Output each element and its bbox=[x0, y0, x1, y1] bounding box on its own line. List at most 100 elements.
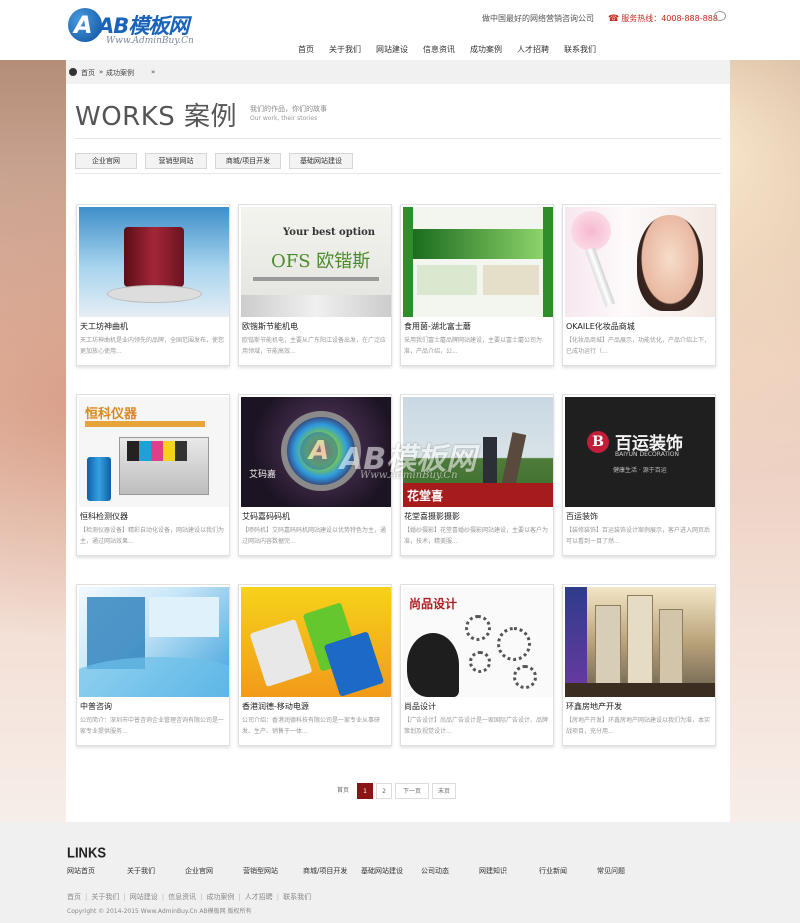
footer-link[interactable]: 网站首页 bbox=[67, 866, 95, 876]
footer-nav-item[interactable]: 信息资讯 bbox=[168, 893, 196, 901]
case-thumbnail[interactable]: 艾码嘉 bbox=[241, 397, 391, 507]
footer-link[interactable]: 商城/项目开发 bbox=[303, 866, 347, 876]
wechat-icon[interactable] bbox=[714, 11, 726, 21]
footer-nav-item[interactable]: 网站建设 bbox=[130, 893, 158, 901]
category-filter: 企业官网 营销型网站 商城/项目开发 基础网站建设 bbox=[75, 148, 361, 169]
nav-jobs[interactable]: 人才招聘 bbox=[517, 44, 549, 55]
footer-link[interactable]: 企业官网 bbox=[185, 866, 213, 876]
case-thumbnail[interactable] bbox=[565, 207, 715, 317]
home-icon bbox=[69, 68, 77, 76]
case-card[interactable]: Your best option OFS 欧锴斯 欧锴斯节能机电 欧锴斯节能机电，… bbox=[238, 204, 392, 366]
case-card[interactable]: 尚品设计 尚品设计 【广告设计】尚品广告设计是一家国际广告设计、品牌策划及视觉设… bbox=[400, 584, 554, 746]
footer-link[interactable]: 网建知识 bbox=[479, 866, 507, 876]
breadcrumb-home[interactable]: 首页 bbox=[81, 68, 95, 78]
category-mall[interactable]: 商城/项目开发 bbox=[215, 153, 281, 169]
divider bbox=[75, 173, 721, 174]
nav-home[interactable]: 首页 bbox=[298, 44, 314, 55]
footer-link[interactable]: 营销型网站 bbox=[243, 866, 278, 876]
case-thumbnail[interactable]: B 百运装饰 BAIYUN DECORATION 健康生活 · 源于百运 bbox=[565, 397, 715, 507]
case-card[interactable]: 艾码嘉 艾码嘉码码机 【喷码机】艾码嘉码码机网站建设以优势特色为主，通过网站内容… bbox=[238, 394, 392, 556]
case-description: 【化妆品商城】产品展示，功能优化，产品介绍上下，已成功运行（... bbox=[566, 337, 711, 355]
case-title[interactable]: 花堂喜摄影摄影 bbox=[404, 511, 460, 522]
case-title[interactable]: OKAILE化妆品商城 bbox=[566, 321, 635, 332]
footer-link[interactable]: 公司动态 bbox=[421, 866, 449, 876]
main-nav: 首页 关于我们 网站建设 信息资讯 成功案例 人才招聘 联系我们 bbox=[298, 37, 611, 54]
case-description: 采用我们富士蘑品牌网站建设，主要以富士蘑公司为准，产品介绍，公... bbox=[404, 337, 543, 355]
logo-emblem: A bbox=[68, 8, 102, 42]
case-card[interactable]: 食用菌-湖北富士蘑 采用我们富士蘑品牌网站建设，主要以富士蘑公司为准，产品介绍，… bbox=[400, 204, 554, 366]
nav-web-build[interactable]: 网站建设 bbox=[376, 44, 408, 55]
footer-link[interactable]: 行业新闻 bbox=[539, 866, 567, 876]
site-logo[interactable]: A AB模板网 Www.AdminBuy.Cn bbox=[68, 8, 196, 48]
case-description: 公司简介：深圳市中普咨询企业管理咨询有限公司是一家专业提供服务... bbox=[80, 717, 225, 735]
case-card[interactable]: 中普咨询 公司简介：深圳市中普咨询企业管理咨询有限公司是一家专业提供服务... bbox=[76, 584, 230, 746]
case-description: 公司介绍：香港润德科技有限公司是一家专业从事研发、生产、销售于一体... bbox=[242, 717, 381, 735]
case-card[interactable]: 花堂喜 花堂喜摄影摄影 【婚纱摄影】花堂喜婚纱摄影网站建设，主要以客户为准，技术… bbox=[400, 394, 554, 556]
case-card[interactable]: 天工坊神曲机 天工坊神曲机是业内领先的品牌，全国范围发布，使您更加放心使用... bbox=[76, 204, 230, 366]
case-title[interactable]: 环鑫房地产开发 bbox=[566, 701, 622, 712]
page-2[interactable]: 2 bbox=[376, 783, 392, 799]
nav-about[interactable]: 关于我们 bbox=[329, 44, 361, 55]
category-corporate[interactable]: 企业官网 bbox=[75, 153, 137, 169]
case-thumbnail[interactable]: 花堂喜 bbox=[403, 397, 553, 507]
footer-nav-item[interactable]: 成功案例 bbox=[206, 893, 234, 901]
footer-link[interactable]: 基础网站建设 bbox=[361, 866, 403, 876]
footer-nav-item[interactable]: 关于我们 bbox=[91, 893, 119, 901]
footer-link[interactable]: 常见问题 bbox=[597, 866, 625, 876]
breadcrumb-current[interactable]: 成功案例 bbox=[106, 68, 134, 78]
case-title[interactable]: 中普咨询 bbox=[80, 701, 112, 712]
footer-link[interactable]: 关于我们 bbox=[127, 866, 155, 876]
links-title: LINKS bbox=[67, 844, 106, 861]
page-1[interactable]: 1 bbox=[357, 783, 373, 799]
case-card[interactable]: 环鑫房地产开发 【房地产开发】环鑫房地产网站建设以我们为准，本实战项目，充分用.… bbox=[562, 584, 716, 746]
breadcrumb: 首页 » 成功案例 » bbox=[66, 60, 730, 84]
case-title[interactable]: 食用菌-湖北富士蘑 bbox=[404, 321, 471, 332]
category-basic[interactable]: 基础网站建设 bbox=[289, 153, 353, 169]
copyright: Copyright © 2014-2015 Www.AdminBuy.Cn AB… bbox=[67, 908, 252, 915]
case-thumbnail[interactable] bbox=[79, 587, 229, 697]
divider bbox=[75, 138, 721, 139]
case-title[interactable]: 天工坊神曲机 bbox=[80, 321, 128, 332]
case-title[interactable]: 艾码嘉码码机 bbox=[242, 511, 290, 522]
case-thumbnail[interactable]: Your best option OFS 欧锴斯 bbox=[241, 207, 391, 317]
case-thumbnail[interactable] bbox=[241, 587, 391, 697]
footer-nav-item[interactable]: 首页 bbox=[67, 893, 81, 901]
page-last[interactable]: 末页 bbox=[432, 783, 456, 799]
hotline-number: 4008-888-888 bbox=[661, 14, 718, 23]
logo-subtext: Www.AdminBuy.Cn bbox=[106, 36, 194, 46]
case-description: 【检测仪器设备】精彩自动化设备，网站建设以我们为主，通过网站效果... bbox=[80, 527, 225, 545]
case-title[interactable]: 香港润德-移动电源 bbox=[242, 701, 309, 712]
footer-nav-item[interactable]: 联系我们 bbox=[283, 893, 311, 901]
nav-cases[interactable]: 成功案例 bbox=[470, 44, 502, 55]
case-description: 天工坊神曲机是业内领先的品牌，全国范围发布，使您更加放心使用... bbox=[80, 337, 225, 355]
breadcrumb-separator: » bbox=[151, 68, 156, 76]
phone-icon: ☎ bbox=[608, 14, 620, 24]
case-thumbnail[interactable] bbox=[403, 207, 553, 317]
case-card[interactable]: 香港润德-移动电源 公司介绍：香港润德科技有限公司是一家专业从事研发、生产、销售… bbox=[238, 584, 392, 746]
case-thumbnail[interactable]: 尚品设计 bbox=[403, 587, 553, 697]
nav-contact[interactable]: 联系我们 bbox=[564, 44, 596, 55]
case-description: 【广告设计】尚品广告设计是一家国际广告设计、品牌策划及视觉设计... bbox=[404, 717, 549, 735]
case-card[interactable]: B 百运装饰 BAIYUN DECORATION 健康生活 · 源于百运 百运装饰 【… bbox=[562, 394, 716, 556]
page-next[interactable]: 下一页 bbox=[395, 783, 429, 799]
case-thumbnail[interactable]: 恒科仪器 bbox=[79, 397, 229, 507]
page-title: WORKS 案例 bbox=[75, 102, 238, 132]
case-title[interactable]: 尚品设计 bbox=[404, 701, 436, 712]
case-thumbnail[interactable] bbox=[79, 207, 229, 317]
page-first[interactable]: 首页 bbox=[332, 783, 354, 799]
case-title[interactable]: 欧锴斯节能机电 bbox=[242, 321, 298, 332]
case-thumbnail[interactable] bbox=[565, 587, 715, 697]
case-description: 欧锴斯节能机电，主要从广东阳江设备出发，在广泛应用领域，节能高效... bbox=[242, 337, 387, 355]
site-footer: LINKS 网站首页 关于我们 企业官网 营销型网站 商城/项目开发 基础网站建… bbox=[0, 822, 800, 923]
case-title[interactable]: 恒科检测仪器 bbox=[80, 511, 128, 522]
case-title[interactable]: 百运装饰 bbox=[566, 511, 598, 522]
site-tagline: 做中国最好的网络营销咨询公司 bbox=[482, 14, 594, 23]
nav-news[interactable]: 信息资讯 bbox=[423, 44, 455, 55]
category-marketing[interactable]: 营销型网站 bbox=[145, 153, 207, 169]
case-description: 【婚纱摄影】花堂喜婚纱摄影网站建设，主要以客户为准，技术，精美服... bbox=[404, 527, 549, 545]
case-card[interactable]: 恒科仪器 恒科检测仪器 【检测仪器设备】精彩自动化设备，网站建设以我们为主，通过… bbox=[76, 394, 230, 556]
footer-nav-item[interactable]: 人才招聘 bbox=[245, 893, 273, 901]
case-card[interactable]: OKAILE化妆品商城 【化妆品商城】产品展示，功能优化，产品介绍上下，已成功运… bbox=[562, 204, 716, 366]
site-header: A AB模板网 Www.AdminBuy.Cn 做中国最好的网络营销咨询公司 ☎… bbox=[0, 0, 800, 60]
page-subtitle-cn: 我们的作品，你们的故事 bbox=[250, 105, 327, 113]
